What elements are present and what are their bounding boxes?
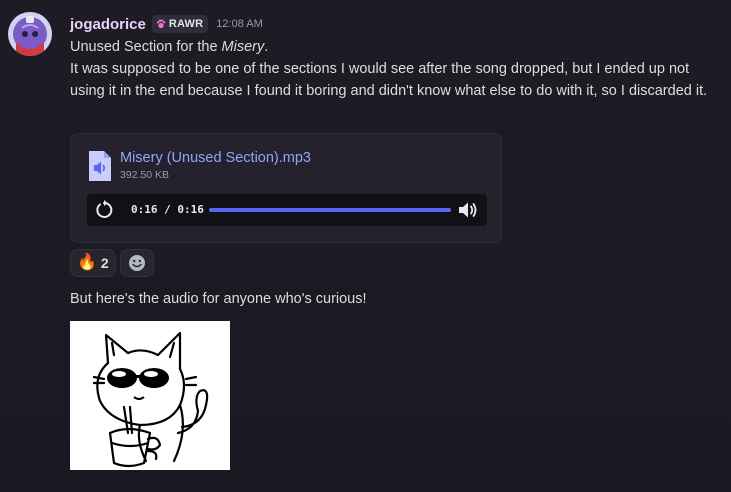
volume-icon[interactable] [457,200,479,220]
chat-message-group: jogadorice RAWR 12:08 AM Unused Section … [0,0,731,492]
time-display: 0:16 / 0:16 [131,203,204,216]
replay-icon[interactable] [94,200,114,220]
username[interactable]: jogadorice [70,16,146,33]
message-line: Unused Section for the Misery. [70,36,710,58]
add-reaction-button[interactable] [119,249,154,277]
timestamp[interactable]: 12:08 AM [216,18,262,30]
add-reaction-icon [128,255,145,271]
message-text: . [264,39,269,55]
cat-drawing-image [92,331,209,468]
file-size: 392.50 KB [120,169,170,181]
audio-player: 0:16 / 0:16 [87,194,487,226]
avatar-image [8,12,52,56]
file-name-link[interactable]: Misery (Unused Section).mp3 [120,150,311,166]
message-paragraph: It was supposed to be one of the section… [70,61,708,99]
avatar[interactable] [8,12,52,56]
audio-attachment: Misery (Unused Section).mp3 392.50 KB 0:… [70,133,502,243]
audio-file-icon [89,151,111,181]
italic-text: Misery [221,39,265,55]
message-header: jogadorice RAWR 12:08 AM [70,14,263,34]
paw-icon [156,19,166,29]
seek-bar[interactable] [209,208,451,212]
reaction-fire[interactable]: 🔥 2 [70,249,116,277]
reaction-count: 2 [100,255,109,271]
image-attachment[interactable] [70,321,230,470]
server-tag[interactable]: RAWR [151,15,209,33]
message-content-2: But here's the audio for anyone who's cu… [70,291,367,307]
message-content: Unused Section for the Misery. It was su… [70,36,710,102]
fire-emoji: 🔥 [77,254,97,271]
reactions-bar: 🔥 2 [70,249,154,277]
server-tag-label: RAWR [168,18,204,30]
seek-bar-progress [209,208,451,212]
message-text: Unused Section for the [70,39,222,55]
